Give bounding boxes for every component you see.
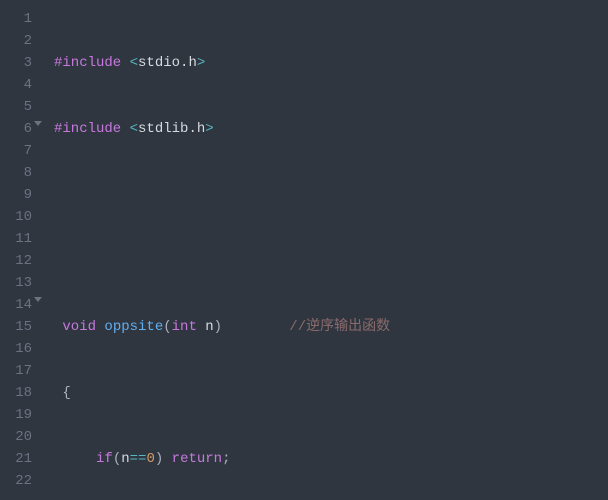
code-line: if(n==0) return; (54, 448, 608, 470)
code-area: #include <stdio.h> #include <stdlib.h> v… (42, 0, 608, 500)
line-number: 12 (6, 250, 32, 272)
line-number: 17 (6, 360, 32, 382)
code-line: #include <stdio.h> (54, 52, 608, 74)
fold-marker-icon[interactable] (34, 121, 42, 126)
line-number: 8 (6, 162, 32, 184)
line-number: 20 (6, 426, 32, 448)
code-line: #include <stdlib.h> (54, 118, 608, 140)
line-number: 13 (6, 272, 32, 294)
line-number: 15 (6, 316, 32, 338)
code-editor: 12345678910111213141516171819202122 #inc… (0, 0, 608, 500)
fold-marker-icon[interactable] (34, 297, 42, 302)
line-number: 18 (6, 382, 32, 404)
line-number: 14 (6, 294, 32, 316)
line-number: 22 (6, 470, 32, 492)
line-number: 3 (6, 52, 32, 74)
line-number: 5 (6, 96, 32, 118)
line-number: 4 (6, 74, 32, 96)
line-number: 1 (6, 8, 32, 30)
line-number: 10 (6, 206, 32, 228)
line-number: 7 (6, 140, 32, 162)
line-number: 9 (6, 184, 32, 206)
line-number: 6 (6, 118, 32, 140)
line-number: 11 (6, 228, 32, 250)
line-number: 19 (6, 404, 32, 426)
code-line: { (54, 382, 608, 404)
line-number: 16 (6, 338, 32, 360)
line-number: 21 (6, 448, 32, 470)
code-line (54, 250, 608, 272)
line-number-gutter: 12345678910111213141516171819202122 (0, 0, 42, 500)
code-line (54, 184, 608, 206)
code-line: void oppsite(int n) //逆序输出函数 (54, 316, 608, 338)
line-number: 2 (6, 30, 32, 52)
